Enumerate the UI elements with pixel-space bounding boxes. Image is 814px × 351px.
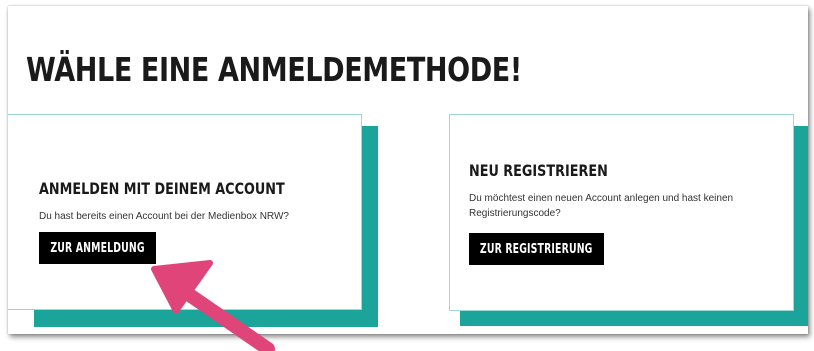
register-button[interactable]: ZUR REGISTRIERUNG [469, 233, 604, 265]
arrow-up-left-icon [151, 260, 275, 351]
page-title: WÄHLE EINE ANMELDEMETHODE! [26, 50, 522, 89]
login-button-label: ZUR ANMELDUNG [50, 240, 145, 256]
register-button-label: ZUR REGISTRIERUNG [480, 241, 593, 257]
register-card: NEU REGISTRIEREN Du möchtest einen neuen… [449, 114, 794, 311]
register-card-text: Du möchtest einen neuen Account anlegen … [469, 193, 734, 219]
register-card-heading: NEU REGISTRIEREN [469, 161, 608, 180]
login-card-text: Du hast bereits einen Account bei der Me… [39, 211, 289, 222]
login-card-heading: ANMELDEN MIT DEINEM ACCOUNT [39, 179, 285, 198]
screenshot-frame: WÄHLE EINE ANMELDEMETHODE! ANMELDEN MIT … [8, 6, 808, 334]
login-button[interactable]: ZUR ANMELDUNG [39, 232, 156, 264]
